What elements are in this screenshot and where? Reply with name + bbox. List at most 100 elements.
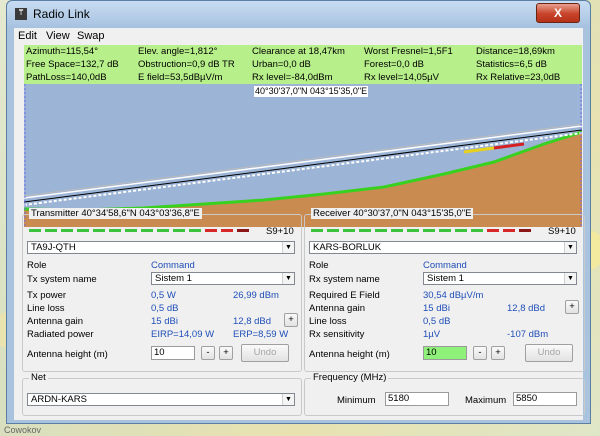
menu-edit[interactable]: Edit: [18, 30, 37, 42]
window-title: Radio Link: [33, 7, 90, 21]
tx-lineloss-label: Line loss: [27, 303, 65, 314]
rx-system-label: Rx system name: [309, 274, 380, 285]
tx-undo-button[interactable]: Undo: [241, 344, 289, 362]
close-button[interactable]: X: [536, 3, 580, 23]
chevron-down-icon: ▼: [564, 273, 576, 284]
e-field: E field=53,5dBµV/m: [138, 72, 223, 83]
distance: Distance=18,69km: [476, 46, 555, 57]
rx-station-select[interactable]: KARS-BORLUK ▼: [309, 241, 577, 254]
window-client: Edit View Swap Azimuth=115,54° Elev. ang…: [14, 28, 585, 420]
chevron-down-icon: ▼: [282, 242, 294, 253]
menu-swap[interactable]: Swap: [77, 30, 105, 42]
tx-role-label: Role: [27, 260, 47, 271]
rx-undo-button[interactable]: Undo: [525, 344, 573, 362]
map-place-label: Cowokov: [4, 425, 42, 435]
path-loss: PathLoss=140,0dB: [26, 72, 107, 83]
tx-height-plus-button[interactable]: +: [219, 346, 233, 360]
cursor-position: 40°30'37,0"N 043°15'35,0"E: [254, 86, 369, 97]
tx-height-minus-button[interactable]: -: [201, 346, 215, 360]
rx-height-minus-button[interactable]: -: [473, 346, 487, 360]
rx-height-input[interactable]: 10: [423, 346, 467, 360]
transmitter-title: Transmitter 40°34'58,6"N 043°03'36,8"E: [29, 208, 202, 219]
tx-power-w: 0,5 W: [151, 290, 176, 301]
frequency-max-input[interactable]: 5850: [513, 392, 577, 406]
tx-system-select[interactable]: Sistem 1 ▼: [151, 272, 295, 285]
tx-erp: ERP=8,59 W: [233, 329, 289, 340]
rx-gain-dbd: 12,8 dBd: [507, 303, 546, 314]
azimuth: Azimuth=115,54°: [26, 46, 99, 57]
rx-system-select[interactable]: Sistem 1 ▼: [423, 272, 577, 285]
frequency-max-label: Maximum: [465, 395, 507, 406]
worst-fresnel: Worst Fresnel=1,5F1: [364, 46, 453, 57]
statistics-loss: Statistics=6,5 dB: [476, 59, 548, 70]
title-bar[interactable]: ⍑ Radio Link X: [7, 1, 590, 28]
tx-power-label: Tx power: [27, 290, 67, 301]
net-title: Net: [29, 372, 48, 383]
rx-role-label: Role: [309, 260, 329, 271]
chevron-down-icon: ▼: [282, 273, 294, 284]
rx-efield-value: 30,54 dBµV/m: [423, 290, 484, 301]
frequency-title: Frequency (MHz): [311, 372, 389, 383]
net-value: ARDN-KARS: [31, 394, 87, 405]
tx-power-dbm: 26,99 dBm: [233, 290, 279, 301]
rx-level-uv: Rx level=14,05µV: [364, 72, 439, 83]
tx-lineloss-value: 0,5 dB: [151, 303, 179, 314]
transmitter-group: Transmitter 40°34'58,6"N 043°03'36,8"E S…: [22, 208, 302, 372]
tx-system-label: Tx system name: [27, 274, 97, 285]
rx-height-plus-button[interactable]: +: [491, 346, 505, 360]
tx-gain-plus-button[interactable]: +: [284, 313, 298, 327]
tx-gain-label: Antenna gain: [27, 316, 83, 327]
rx-sens-label: Rx sensitivity: [309, 329, 365, 340]
tx-station-value: TA9J-QTH: [31, 242, 76, 253]
rx-sens-uv: 1µV: [423, 329, 441, 340]
link-info-panel: Azimuth=115,54° Elev. angle=1,812° Clear…: [24, 45, 582, 85]
tx-signal-meter: [29, 229, 249, 236]
free-space-loss: Free Space=132,7 dB: [26, 59, 119, 70]
rx-height-label: Antenna height (m): [309, 349, 390, 360]
tx-role-value: Command: [151, 260, 195, 271]
frequency-min-label: Minimum: [337, 395, 376, 406]
chevron-down-icon: ▼: [564, 242, 576, 253]
menu-view[interactable]: View: [46, 30, 70, 42]
radio-link-window: ⍑ Radio Link X Edit View Swap Azimuth=11…: [6, 0, 591, 424]
frequency-min-input[interactable]: 5180: [385, 392, 449, 406]
net-select[interactable]: ARDN-KARS ▼: [27, 393, 295, 406]
antenna-tower-icon: ⍑: [15, 8, 27, 20]
terrain-profile[interactable]: [24, 84, 582, 227]
rx-gain-plus-button[interactable]: +: [565, 300, 579, 314]
elevation-angle: Elev. angle=1,812°: [138, 46, 218, 57]
forest-loss: Forest=0,0 dB: [364, 59, 424, 70]
frequency-group: Frequency (MHz) Minimum 5180 Maximum 585…: [304, 372, 585, 416]
terrain-profile-graphic: [24, 84, 582, 227]
menu-bar: Edit View Swap: [14, 28, 583, 44]
tx-eirp: EIRP=14,09 W: [151, 329, 215, 340]
tx-station-select[interactable]: TA9J-QTH ▼: [27, 241, 295, 254]
rx-station-value: KARS-BORLUK: [313, 242, 382, 253]
tx-system-value: Sistem 1: [155, 273, 192, 284]
clearance: Clearance at 18,47km: [252, 46, 345, 57]
rx-sens-dbm: -107 dBm: [507, 329, 549, 340]
tx-height-input[interactable]: 10: [151, 346, 195, 360]
tx-gain-dbd: 12,8 dBd: [233, 316, 272, 327]
receiver-title: Receiver 40°30'37,0"N 043°15'35,0"E: [311, 208, 474, 219]
tx-gain-dbi: 15 dBi: [151, 316, 178, 327]
rx-role-value: Command: [423, 260, 467, 271]
receiver-group: Receiver 40°30'37,0"N 043°15'35,0"E S9+1…: [304, 208, 585, 372]
rx-system-value: Sistem 1: [427, 273, 464, 284]
rx-lineloss-label: Line loss: [309, 316, 347, 327]
rx-signal-meter: [311, 229, 531, 236]
tx-height-label: Antenna height (m): [27, 349, 108, 360]
net-group: Net ARDN-KARS ▼: [22, 372, 302, 416]
rx-efield-label: Required E Field: [309, 290, 380, 301]
urban-loss: Urban=0,0 dB: [252, 59, 311, 70]
tx-signal-label: S9+10: [266, 226, 294, 237]
chevron-down-icon: ▼: [282, 394, 294, 405]
rx-signal-label: S9+10: [548, 226, 576, 237]
rx-gain-label: Antenna gain: [309, 303, 365, 314]
rx-relative: Rx Relative=23,0dB: [476, 72, 561, 83]
rx-level-dbm: Rx level=-84,0dBm: [252, 72, 333, 83]
tx-radiated-label: Radiated power: [27, 329, 94, 340]
rx-gain-dbi: 15 dBi: [423, 303, 450, 314]
obstruction-loss: Obstruction=0,9 dB TR: [138, 59, 235, 70]
rx-lineloss-value: 0,5 dB: [423, 316, 451, 327]
